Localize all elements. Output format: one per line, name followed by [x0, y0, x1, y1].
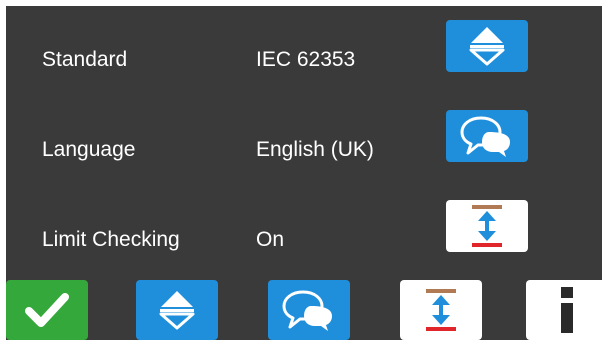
speech-bubbles-icon [282, 290, 332, 331]
change-standard-button[interactable] [446, 20, 528, 72]
settings-screen: Standard IEC 62353 Language English (UK)… [6, 6, 602, 340]
info-icon [561, 287, 573, 333]
speech-bubbles-icon [460, 116, 510, 157]
checkmark-icon [25, 293, 69, 327]
up-down-arrows-icon [469, 27, 505, 66]
language-label: Language [42, 138, 136, 161]
confirm-button[interactable] [6, 280, 88, 340]
limit-checking-shortcut-button[interactable] [400, 280, 482, 340]
toggle-limit-checking-button[interactable] [446, 200, 528, 252]
standard-value: IEC 62353 [256, 48, 356, 71]
limit-range-icon [426, 289, 456, 331]
standard-label: Standard [42, 48, 128, 71]
limit-range-icon [472, 205, 502, 247]
info-button[interactable] [526, 280, 602, 340]
limit-checking-label: Limit Checking [42, 228, 180, 251]
change-language-button[interactable] [446, 110, 528, 162]
language-shortcut-button[interactable] [268, 280, 350, 340]
language-value: English (UK) [256, 138, 374, 161]
up-down-arrows-icon [159, 291, 195, 330]
limit-checking-value: On [256, 228, 285, 251]
standard-shortcut-button[interactable] [136, 280, 218, 340]
